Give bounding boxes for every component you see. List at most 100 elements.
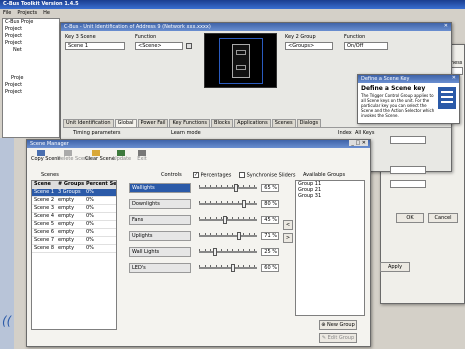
key3-scene-label: Key 3 Scene [65,34,96,40]
table-row[interactable]: Scene 6 empty 0% [32,229,116,237]
slider-thumb[interactable] [242,200,247,208]
tab-dialogs[interactable]: Dialogs [296,119,322,127]
percentages-option[interactable]: ✓ Percentages [193,172,231,179]
update-button[interactable]: Update [113,150,131,162]
list-item[interactable]: Group 31 [296,193,364,199]
project-tree[interactable]: C-Bus Proje Project Project Project Net … [2,18,60,138]
close-icon[interactable]: ✕ [444,23,448,29]
slider-tick [232,201,233,203]
slider-tick [226,233,228,235]
tree-item[interactable]: Project [3,89,59,96]
percent-value[interactable]: 65 % [261,184,279,192]
control-name[interactable]: Downlights [129,199,191,209]
slider-thumb[interactable] [223,216,228,224]
slider-tick [210,201,211,203]
menu-file[interactable]: File [3,10,11,16]
slider-tick [215,265,217,267]
slider-tick [243,249,244,251]
tree-item[interactable]: Net [3,47,59,54]
slider-thumb[interactable] [237,232,242,240]
tab-blocks[interactable]: Blocks [211,119,234,127]
slider-tick [221,217,222,219]
level-slider[interactable] [199,264,257,272]
tab-applications[interactable]: Applications [234,119,271,127]
clear-scene-button[interactable]: Clear Scene [85,150,115,162]
control-name[interactable]: Uplights [129,231,191,241]
new-group-button[interactable]: ⊕ New Group [319,320,357,330]
function2-select[interactable]: On/Off [344,42,388,50]
level-slider[interactable] [199,184,257,192]
table-row[interactable]: Scene 4 empty 0% [32,213,116,221]
table-row[interactable]: Scene 5 empty 0% [32,221,116,229]
tree-item[interactable]: Project [3,33,59,40]
tree-item[interactable] [3,68,59,75]
control-name[interactable]: Wallights [129,183,191,193]
cancel-button[interactable]: Cancel [428,213,458,223]
tab-unit-identification[interactable]: Unit Identification [63,119,114,127]
tab-global[interactable]: Global [114,119,137,127]
table-row[interactable]: Scene 7 empty 0% [32,237,116,245]
tree-item[interactable]: Project [3,26,59,33]
percent-value[interactable]: 71 % [261,232,279,240]
available-groups-list[interactable]: Group 11 Group 21 Group 31 [295,180,365,316]
table-row[interactable]: Scene 8 empty 0% [32,245,116,253]
slider-thumb[interactable] [234,184,239,192]
percent-value[interactable]: 25 % [261,248,279,256]
control-name[interactable]: Fans [129,215,191,225]
right-select-2[interactable] [390,166,426,174]
table-row[interactable]: Scene 2 empty 0% [32,197,116,205]
right-select-1[interactable] [390,136,426,144]
synchronise-option[interactable]: Synchronise Sliders [239,172,296,179]
slider-tick [254,265,255,267]
level-slider[interactable] [199,232,257,240]
function-select[interactable]: <Scene> [135,42,183,50]
tree-item[interactable]: Project [3,40,59,47]
level-slider[interactable] [199,200,257,208]
slider-thumb[interactable] [212,248,217,256]
slider-tick [210,233,211,235]
tree-item[interactable] [3,61,59,68]
delete-scene-button[interactable]: Delete Scene [57,150,90,162]
tree-item[interactable] [3,54,59,61]
slider-tick [210,249,211,251]
move-right-button[interactable]: > [283,233,293,243]
control-row: Wall Lights 25 % [129,246,281,260]
apply-button[interactable]: Apply [380,262,410,272]
right-select-3[interactable] [390,180,426,188]
percent-value[interactable]: 80 % [261,200,279,208]
synchronise-checkbox[interactable] [239,172,245,178]
exit-button[interactable]: Exit [135,150,149,162]
control-row: Uplights 71 % [129,230,281,244]
key2-group-select[interactable]: <Groups> [285,42,333,50]
ok-button[interactable]: OK [396,213,424,223]
menu-help[interactable]: He [43,10,50,16]
percentages-checkbox[interactable]: ✓ [193,172,199,178]
percent-value[interactable]: 60 % [261,264,279,272]
table-row[interactable]: Scene 13 Groups 0% [32,189,116,197]
close-icon[interactable]: ✕ [452,75,456,81]
slider-tick [199,249,200,251]
control-name[interactable]: Wall Lights [129,247,191,257]
tab-power-fail[interactable]: Power Fail [137,119,169,127]
slider-tick [237,265,239,267]
function-options-icon[interactable] [186,43,192,49]
level-slider[interactable] [199,216,257,224]
new-group-label: New Group [327,322,355,328]
window-controls[interactable]: _ □ ✕ [349,140,368,146]
tree-item[interactable]: C-Bus Proje [3,19,59,26]
tab-key-functions[interactable]: Key Functions [169,119,211,127]
level-slider[interactable] [199,248,257,256]
menu-projects[interactable]: Projects [17,10,37,16]
tree-item[interactable]: Proje [3,75,59,82]
move-left-button[interactable]: < [283,220,293,230]
table-row[interactable]: Scene 3 empty 0% [32,205,116,213]
slider-thumb[interactable] [231,264,236,272]
key3-scene-select[interactable]: Scene 1 [65,42,125,50]
control-name[interactable]: LED's [129,263,191,273]
copy-scene-button[interactable]: Copy Scene [31,150,61,162]
tab-scenes[interactable]: Scenes [271,119,296,127]
edit-group-button[interactable]: ✎ Edit Group [319,333,357,343]
table-cell: empty [58,221,75,227]
percent-value[interactable]: 45 % [261,216,279,224]
tree-item[interactable]: Project [3,82,59,89]
